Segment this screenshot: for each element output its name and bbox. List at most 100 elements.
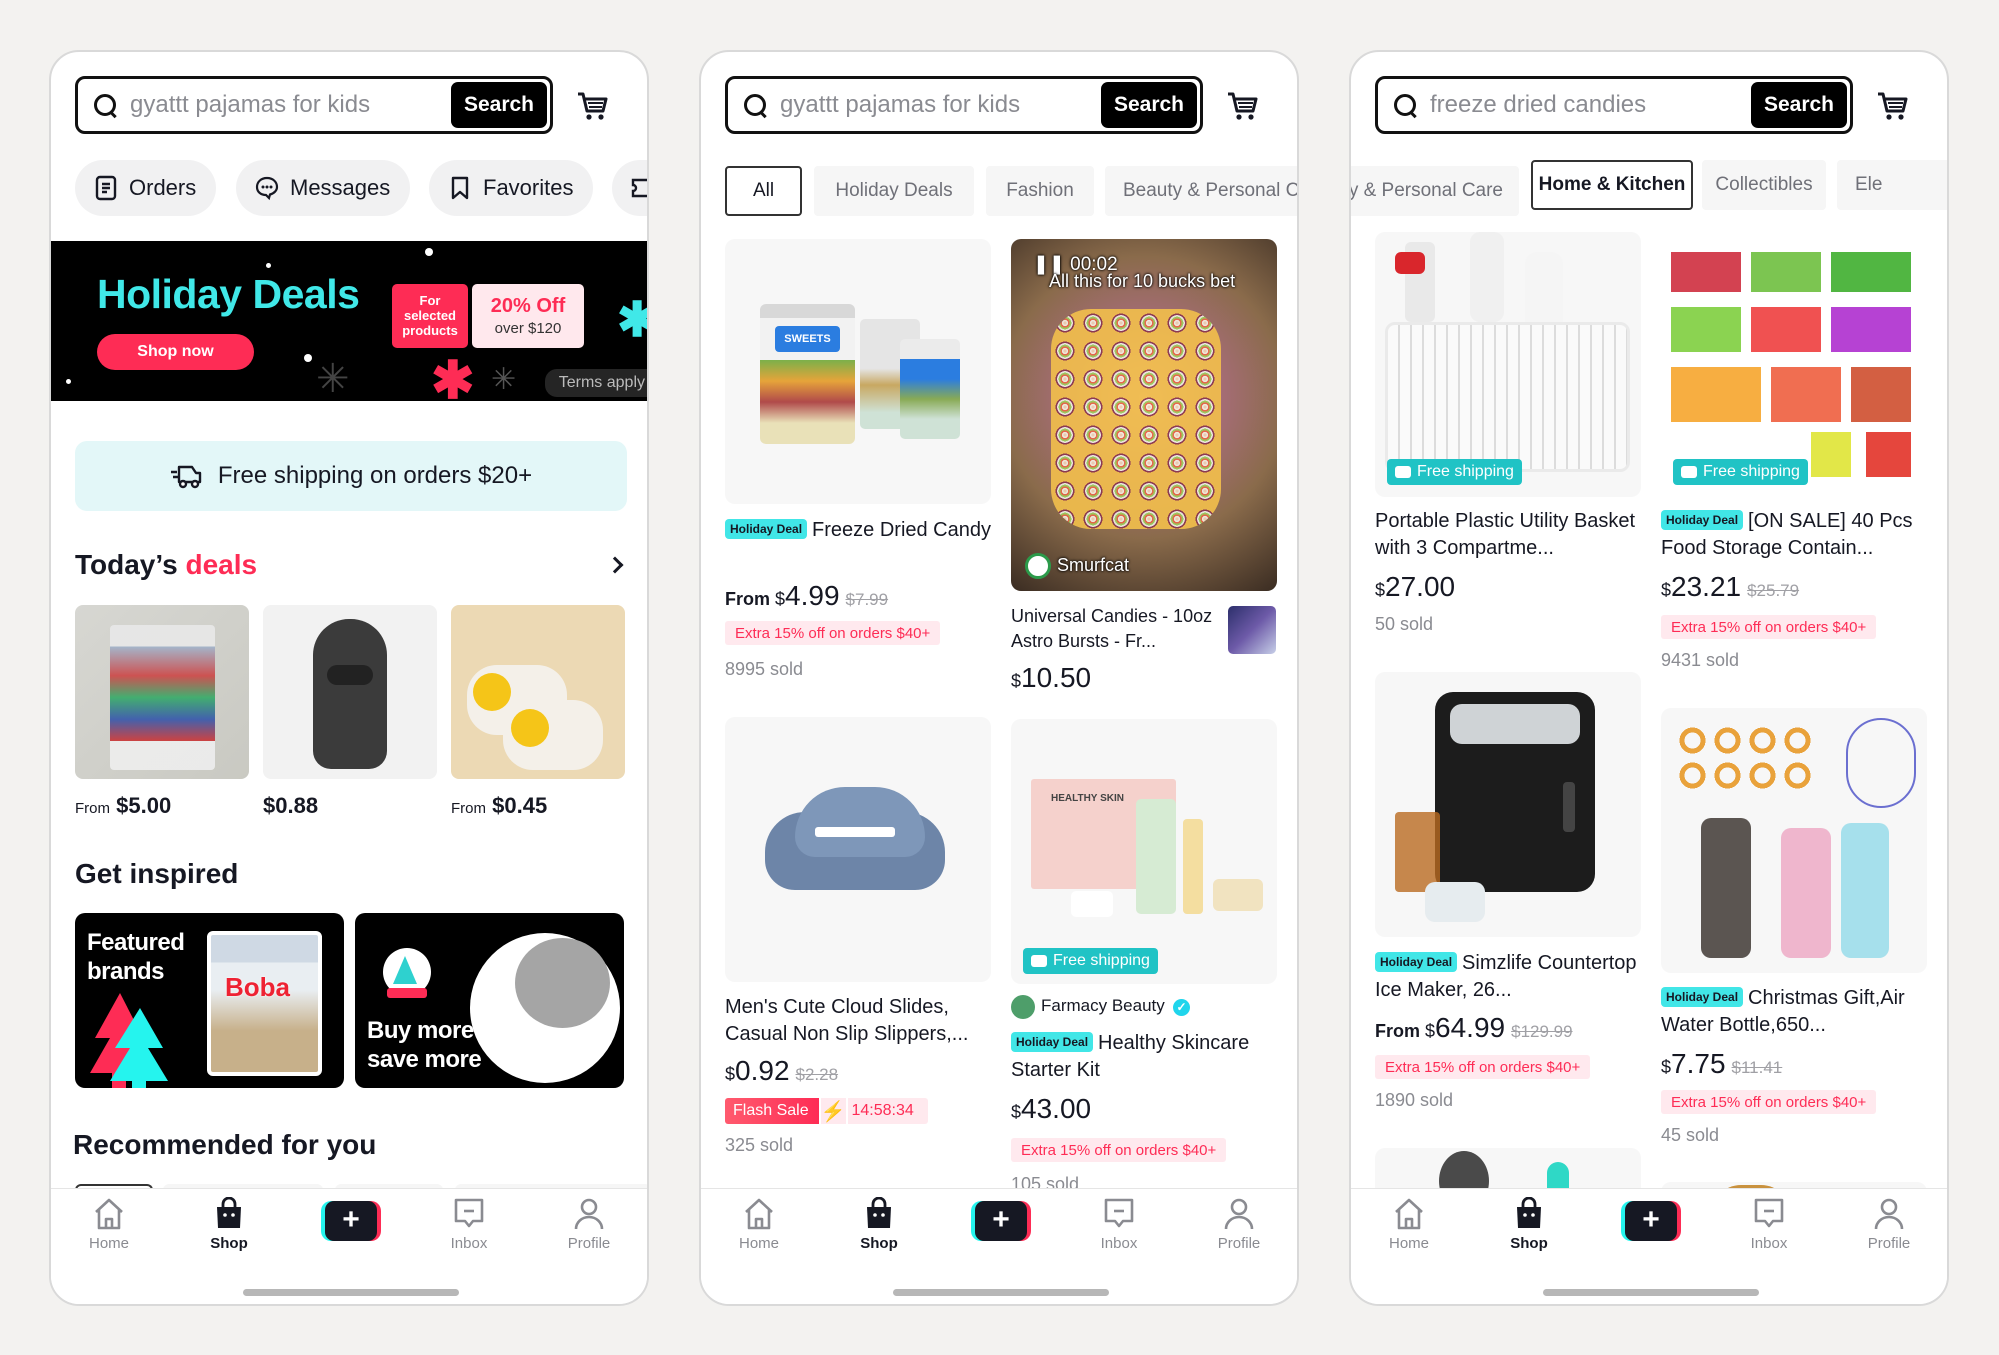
nav-shop[interactable]: Shop — [189, 1197, 269, 1252]
search-icon — [1392, 92, 1418, 118]
product-thumbnail[interactable] — [1228, 606, 1276, 654]
ice-maker-panel — [1563, 782, 1575, 832]
snowflake-icon: ✱ — [617, 297, 647, 345]
creator-avatar[interactable] — [1025, 553, 1051, 579]
search-bar[interactable]: Search — [75, 76, 553, 134]
chevron-right-icon[interactable] — [606, 556, 624, 574]
product-image[interactable] — [725, 717, 991, 982]
holiday-deal-badge: Holiday Deal — [1661, 510, 1744, 530]
shark-teeth — [815, 827, 895, 837]
cart-icon[interactable] — [1875, 88, 1911, 124]
category-tab-beauty[interactable]: uty & Personal Care — [1351, 166, 1519, 216]
product-image[interactable] — [1375, 232, 1641, 497]
nav-shop[interactable]: Shop — [1489, 1197, 1569, 1252]
card-title: Buy more save more — [367, 1017, 482, 1073]
search-bar[interactable]: Search — [725, 76, 1203, 134]
inbox-icon — [1104, 1198, 1134, 1228]
search-icon — [92, 92, 118, 118]
product-title[interactable]: Portable Plastic Utility Basket with 3 C… — [1375, 508, 1645, 562]
product-title[interactable]: Holiday Deal Christmas Gift,Air Water Bot… — [1661, 985, 1931, 1039]
category-tab-all[interactable]: All — [725, 166, 802, 216]
product-title[interactable]: Holiday Deal Simzlife Countertop Ice Make… — [1375, 950, 1645, 1004]
store-avatar[interactable] — [1011, 995, 1035, 1019]
chip-coupons[interactable] — [612, 160, 647, 216]
shop-now-button[interactable]: Shop now — [97, 334, 254, 370]
spray-nozzle — [1395, 252, 1425, 274]
chip-orders[interactable]: Orders — [75, 160, 217, 216]
product-title[interactable]: Holiday Deal Healthy Skincare Starter Kit — [1011, 1030, 1281, 1084]
search-button[interactable]: Search — [451, 82, 547, 128]
face-illustration — [1846, 718, 1916, 808]
terms-apply-link[interactable]: Terms apply — [544, 369, 647, 397]
chip-favorites[interactable]: Favorites — [429, 160, 594, 216]
water-bottle — [1781, 828, 1831, 958]
product-title[interactable]: Holiday Deal Freeze Dried Candy — [725, 517, 995, 544]
nav-home[interactable]: Home — [719, 1197, 799, 1252]
balaclava — [313, 619, 387, 769]
bottle — [1525, 252, 1563, 332]
utility-basket — [1385, 322, 1630, 472]
snowflake-icon: ✳ — [491, 363, 517, 396]
box-label: HEALTHY SKIN — [1051, 793, 1124, 804]
video-caption: All this for 10 bucks bet — [1049, 271, 1236, 291]
product-image[interactable]: HEALTHY SKIN — [1011, 719, 1277, 984]
product-title[interactable]: Men's Cute Cloud Slides, Casual Non Slip… — [725, 994, 995, 1048]
messages-icon — [255, 176, 279, 201]
nav-profile[interactable]: Profile — [549, 1197, 629, 1252]
search-button[interactable]: Search — [1751, 82, 1847, 128]
product-title[interactable]: Universal Candies - 10oz Astro Bursts - … — [1011, 604, 1221, 654]
nav-profile[interactable]: Profile — [1849, 1197, 1929, 1252]
cart-icon[interactable] — [575, 88, 611, 124]
free-shipping-badge: Free shipping — [1673, 459, 1808, 485]
product-image[interactable] — [1661, 232, 1927, 497]
product-title[interactable]: Holiday Deal [ON SALE] 40 Pcs Food Storag… — [1661, 508, 1931, 562]
search-button[interactable]: Search — [1101, 82, 1197, 128]
nav-shop[interactable]: Shop — [839, 1197, 919, 1252]
free-shipping-bar[interactable]: Free shipping on orders $20+ — [75, 441, 627, 511]
category-tab-beauty[interactable]: Beauty & Personal Care — [1105, 166, 1297, 216]
store-name[interactable]: Farmacy Beauty — [1041, 996, 1165, 1016]
product-image[interactable] — [1661, 708, 1927, 973]
category-tab-electronics[interactable]: Ele — [1837, 160, 1947, 210]
featured-brands-card[interactable]: Featured brands Boba — [75, 913, 344, 1088]
sold-count: 9431 sold — [1661, 650, 1740, 670]
nav-inbox[interactable]: Inbox — [429, 1197, 509, 1252]
flash-sale-timer: 14:58:34 — [847, 1098, 928, 1124]
globe-base — [387, 988, 427, 998]
buy-more-save-more-card[interactable]: Buy more save more — [355, 913, 624, 1088]
product-image[interactable]: SWEETS — [725, 239, 991, 504]
nav-home[interactable]: Home — [1369, 1197, 1449, 1252]
deal-image[interactable] — [75, 605, 249, 779]
coupon-icon — [631, 178, 647, 198]
creator-name[interactable]: Smurfcat — [1057, 555, 1129, 576]
category-tab-fashion[interactable]: Fashion — [986, 166, 1094, 216]
get-inspired-heading: Get inspired — [75, 858, 239, 889]
search-icon — [742, 92, 768, 118]
deal-image[interactable] — [263, 605, 437, 779]
create-button[interactable]: + — [321, 1201, 381, 1241]
nav-inbox[interactable]: Inbox — [1079, 1197, 1159, 1252]
snow-globe-icon — [383, 948, 431, 998]
deal-image[interactable] — [451, 605, 625, 779]
nav-inbox[interactable]: Inbox — [1729, 1197, 1809, 1252]
search-bar[interactable]: Search — [1375, 76, 1853, 134]
product-image[interactable] — [1375, 672, 1641, 937]
flash-sale-tag: Flash Sale ⚡ 14:58:34 — [725, 1098, 928, 1124]
ice-maker — [1435, 692, 1595, 892]
cart-icon[interactable] — [1225, 88, 1261, 124]
shop-search-results-screen: Search All Holiday Deals Fashion Beauty … — [699, 50, 1299, 1306]
category-tab-holiday-deals[interactable]: Holiday Deals — [814, 166, 974, 216]
nav-profile[interactable]: Profile — [1199, 1197, 1279, 1252]
category-tab-collectibles[interactable]: Collectibles — [1702, 160, 1826, 210]
category-tab-home-kitchen[interactable]: Home & Kitchen — [1531, 160, 1693, 210]
nav-home[interactable]: Home — [69, 1197, 149, 1252]
sold-count: 1890 sold — [1375, 1090, 1454, 1110]
recommended-heading: Recommended for you — [73, 1129, 377, 1160]
product-video[interactable]: ❚❚ 00:02 All this for 10 bucks bet Smurf… — [1011, 239, 1277, 591]
smiley-face — [511, 709, 549, 747]
home-indicator — [1543, 1289, 1759, 1296]
holiday-deals-banner[interactable]: ✱ ✱ ✳ ✳ Holiday Deals Shop now For selec… — [51, 241, 647, 401]
create-button[interactable]: + — [1621, 1201, 1681, 1241]
chip-messages[interactable]: Messages — [236, 160, 411, 216]
create-button[interactable]: + — [971, 1201, 1031, 1241]
